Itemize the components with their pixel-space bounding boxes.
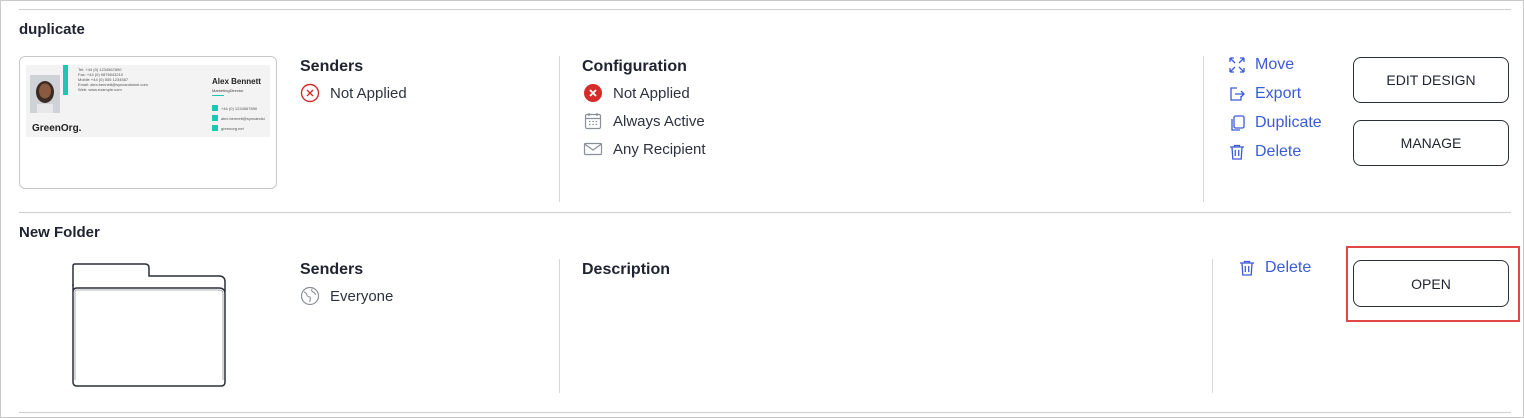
- senders-label: Senders: [300, 261, 364, 278]
- signature-preview[interactable]: Tel: +44 (0) 1234567890 Fax: +44 (0) 987…: [19, 56, 277, 189]
- senders-status: Not Applied: [300, 83, 407, 103]
- contact-icon-text: greenorg.net: [221, 126, 244, 131]
- move-label: Move: [1255, 56, 1295, 73]
- config-value: Not Applied: [613, 84, 690, 102]
- accent-bar: [63, 65, 68, 95]
- globe-icon: [300, 286, 320, 306]
- export-action[interactable]: Export: [1228, 85, 1301, 103]
- accent-line: [212, 95, 224, 96]
- senders-value: Everyone: [330, 287, 394, 305]
- edit-design-button[interactable]: EDIT DESIGN: [1353, 57, 1509, 103]
- delete-label: Delete: [1265, 259, 1312, 276]
- delete-action[interactable]: Delete: [1228, 143, 1301, 161]
- folder-icon[interactable]: [69, 262, 229, 395]
- senders-label: Senders: [300, 58, 364, 75]
- mail-icon: [212, 115, 218, 121]
- move-action[interactable]: Move: [1228, 56, 1294, 74]
- avatar: [30, 75, 60, 113]
- column-divider: [559, 56, 560, 202]
- delete-label: Delete: [1255, 143, 1302, 160]
- trash-icon: [1228, 143, 1246, 161]
- calendar-icon: [583, 111, 603, 131]
- envelope-icon: [583, 139, 603, 159]
- not-applied-outline-icon: [300, 83, 320, 103]
- signature-role: MarketingDirector: [212, 88, 244, 93]
- signature-image: Tel: +44 (0) 1234567890 Fax: +44 (0) 987…: [26, 65, 270, 137]
- item-title: New Folder: [19, 224, 100, 241]
- copy-icon: [1228, 114, 1246, 132]
- config-value: Any Recipient: [613, 140, 706, 158]
- config-value: Always Active: [613, 112, 705, 130]
- trash-icon: [1238, 259, 1256, 277]
- expand-arrows-icon: [1228, 56, 1246, 74]
- description-label: Description: [582, 261, 671, 278]
- contact-icon-text: alex.bennett@syncandsi: [221, 116, 265, 121]
- contact-line: Web: www.example.com: [78, 87, 122, 92]
- config-row: Always Active: [583, 111, 705, 131]
- export-label: Export: [1255, 85, 1302, 102]
- phone-icon: [212, 105, 218, 111]
- item-title: duplicate: [19, 21, 85, 38]
- column-divider: [1212, 259, 1213, 393]
- bottom-divider: [19, 412, 1511, 413]
- web-icon: [212, 125, 218, 131]
- column-divider: [559, 259, 560, 393]
- config-row: Any Recipient: [583, 139, 706, 159]
- manage-button[interactable]: MANAGE: [1353, 120, 1509, 166]
- signature-brand: GreenOrg.: [32, 123, 82, 134]
- delete-action[interactable]: Delete: [1238, 259, 1311, 277]
- not-applied-filled-icon: [583, 83, 603, 103]
- duplicate-action[interactable]: Duplicate: [1228, 114, 1322, 132]
- signature-name: Alex Bennett: [212, 77, 261, 86]
- config-row: Not Applied: [583, 83, 690, 103]
- senders-status: Everyone: [300, 286, 393, 306]
- top-divider: [19, 9, 1511, 10]
- senders-value: Not Applied: [330, 84, 407, 102]
- contact-icon-text: +44 (0) 1234567890: [221, 106, 258, 111]
- open-button[interactable]: OPEN: [1353, 260, 1509, 307]
- configuration-label: Configuration: [582, 58, 687, 75]
- item-divider: [19, 212, 1511, 213]
- column-divider: [1203, 56, 1204, 202]
- export-icon: [1228, 85, 1246, 103]
- duplicate-label: Duplicate: [1255, 114, 1322, 131]
